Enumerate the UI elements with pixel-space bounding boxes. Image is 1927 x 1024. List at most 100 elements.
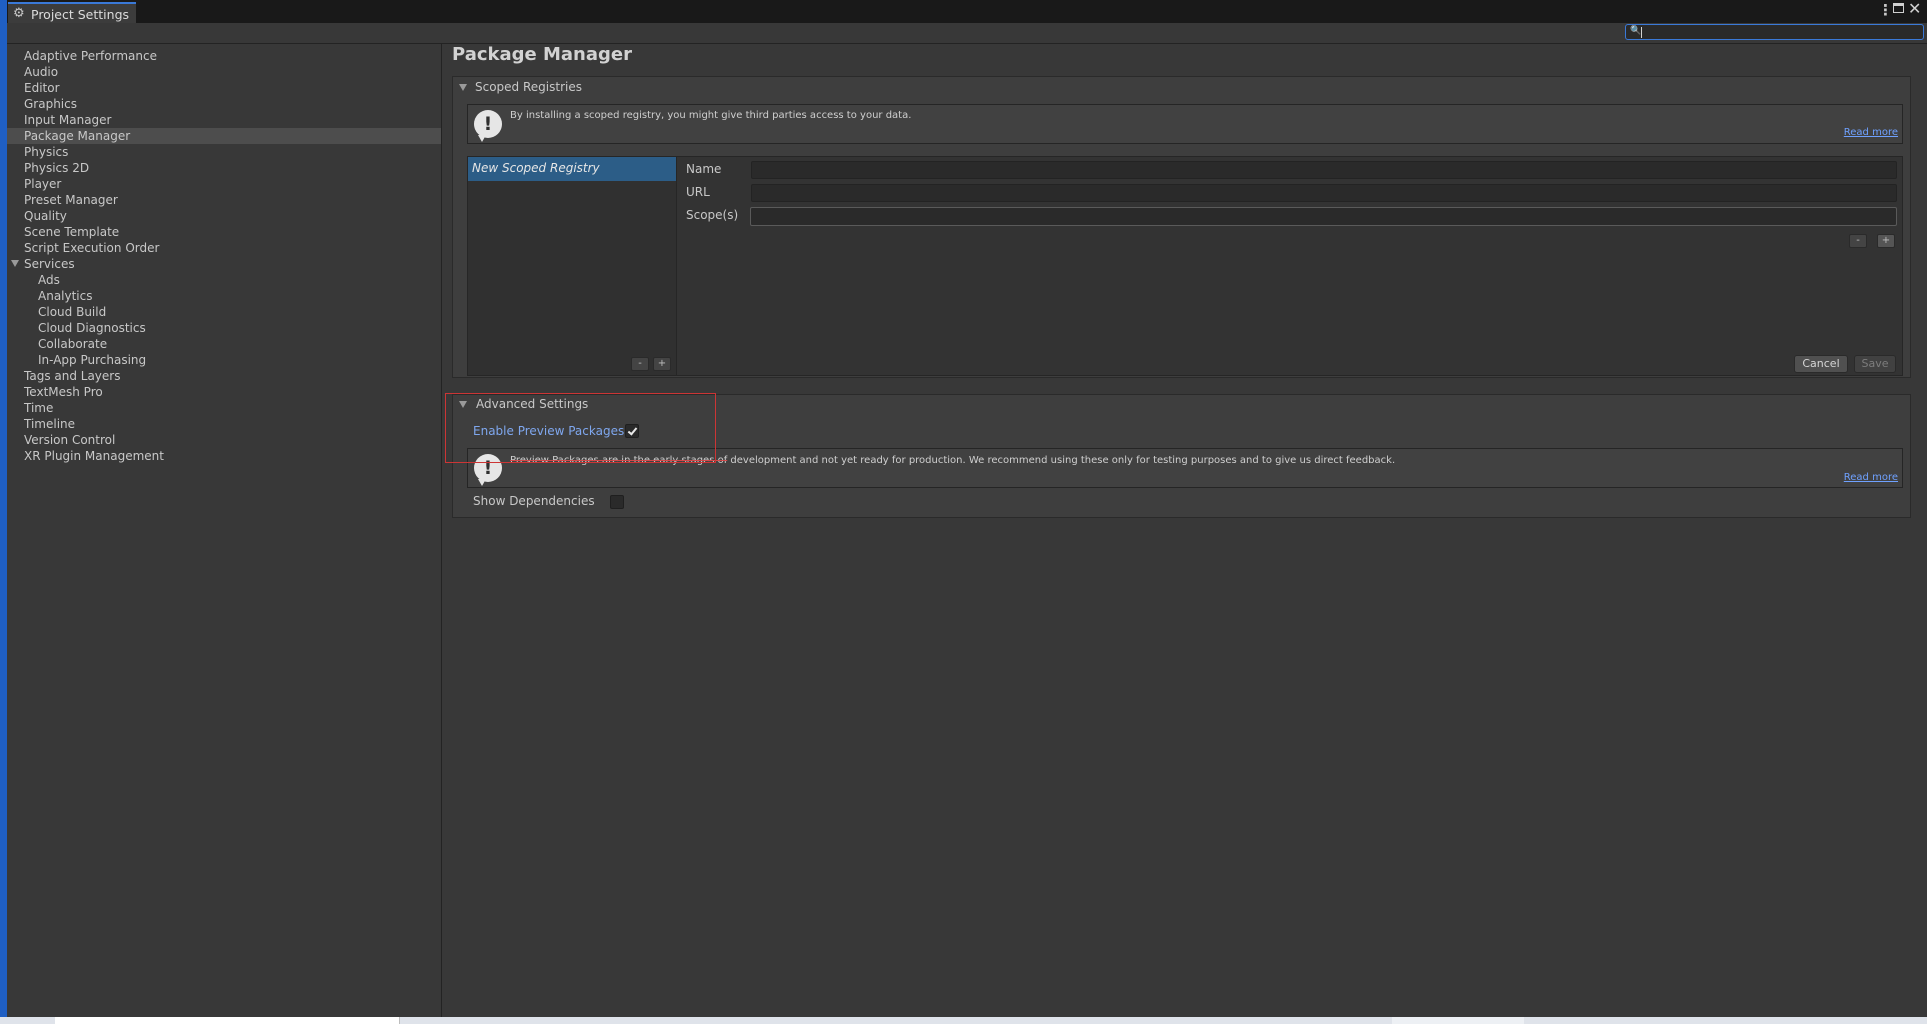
sidebar-item-label: Tags and Layers xyxy=(24,369,121,383)
project-settings-window: ⚙ Project Settings ⋮ ✕ 🔍 Adaptive Perfor… xyxy=(0,0,1927,1024)
sidebar-item-label: Preset Manager xyxy=(24,193,118,207)
sidebar-item-analytics[interactable]: Analytics xyxy=(7,288,441,304)
registry-list-item[interactable]: New Scoped Registry xyxy=(468,157,676,181)
registry-list-item-label: New Scoped Registry xyxy=(472,161,600,175)
show-dependencies-checkbox[interactable] xyxy=(610,495,624,509)
sidebar-item-label: Script Execution Order xyxy=(24,241,160,255)
sidebar-item-editor[interactable]: Editor xyxy=(7,80,441,96)
scoped-registry-read-more-link[interactable]: Read more xyxy=(1844,127,1898,138)
sidebar-item-label: Audio xyxy=(24,65,59,79)
preview-packages-read-more-link[interactable]: Read more xyxy=(1844,472,1898,483)
search-icon: 🔍 xyxy=(1630,26,1642,36)
registry-list: New Scoped Registry - + xyxy=(467,156,677,376)
remove-scope-button[interactable]: - xyxy=(1849,234,1867,248)
search-input[interactable]: 🔍 xyxy=(1625,24,1924,40)
sidebar-item-label: Time xyxy=(24,401,54,415)
tab-title: Project Settings xyxy=(31,7,130,22)
preview-warning-struck-text: Preview Packages are in the early stages… xyxy=(510,455,728,466)
sidebar-item-label: Player xyxy=(24,177,62,191)
sidebar-item-preset-manager[interactable]: Preset Manager xyxy=(7,192,441,208)
scoped-registries-fold-icon[interactable] xyxy=(459,84,467,91)
sidebar-item-label: Quality xyxy=(24,209,67,223)
add-scope-button[interactable]: + xyxy=(1877,234,1895,248)
url-field-label: URL xyxy=(686,185,710,199)
gear-icon: ⚙ xyxy=(13,6,25,21)
sidebar-item-physics-2d[interactable]: Physics 2D xyxy=(7,160,441,176)
sidebar-item-collaborate[interactable]: Collaborate xyxy=(7,336,441,352)
save-button[interactable]: Save xyxy=(1854,355,1896,373)
taskbar-segment xyxy=(1392,1017,1524,1024)
sidebar-item-version-control[interactable]: Version Control xyxy=(7,432,441,448)
preview-packages-warning: ! Preview Packages are in the early stag… xyxy=(467,448,1903,488)
sidebar-item-label: Input Manager xyxy=(24,113,112,127)
sidebar-item-time[interactable]: Time xyxy=(7,400,441,416)
advanced-settings-header[interactable]: Advanced Settings xyxy=(476,397,588,411)
sidebar-item-physics[interactable]: Physics xyxy=(7,144,441,160)
sidebar-item-label: Adaptive Performance xyxy=(24,49,157,63)
show-dependencies-label[interactable]: Show Dependencies xyxy=(473,494,595,508)
settings-sidebar: Adaptive Performance Audio Editor Graphics I… xyxy=(7,44,442,1017)
close-icon[interactable]: ✕ xyxy=(1908,0,1921,18)
sidebar-item-audio[interactable]: Audio xyxy=(7,64,441,80)
sidebar-item-label: Collaborate xyxy=(38,337,108,351)
sidebar-item-ads[interactable]: Ads xyxy=(7,272,441,288)
cancel-button[interactable]: Cancel xyxy=(1794,355,1848,373)
warning-icon: ! xyxy=(474,454,502,486)
sidebar-item-label: Ads xyxy=(38,273,60,287)
sidebar-item-xr-plugin-management[interactable]: XR Plugin Management xyxy=(7,448,441,464)
sidebar-item-adaptive-performance[interactable]: Adaptive Performance xyxy=(7,48,441,64)
expand-arrow-icon[interactable] xyxy=(11,260,19,267)
sidebar-item-in-app-purchasing[interactable]: In-App Purchasing xyxy=(7,352,441,368)
page-title: Package Manager xyxy=(452,44,632,65)
sidebar-item-player[interactable]: Player xyxy=(7,176,441,192)
preview-packages-warning-text: Preview Packages are in the early stages… xyxy=(510,455,1395,466)
sidebar-item-label: Scene Template xyxy=(24,225,120,239)
sidebar-item-label: Version Control xyxy=(24,433,116,447)
sidebar-item-label: Analytics xyxy=(38,289,93,303)
kebab-menu-icon[interactable]: ⋮ xyxy=(1878,1,1893,19)
sidebar-item-label: Graphics xyxy=(24,97,77,111)
title-bar xyxy=(7,0,1927,23)
sidebar-item-label: Physics 2D xyxy=(24,161,90,175)
url-field[interactable] xyxy=(751,184,1897,202)
sidebar-item-label: Package Manager xyxy=(24,129,131,143)
name-field[interactable] xyxy=(751,161,1897,179)
sidebar-item-cloud-diagnostics[interactable]: Cloud Diagnostics xyxy=(7,320,441,336)
sidebar-item-timeline[interactable]: Timeline xyxy=(7,416,441,432)
sidebar-item-script-execution-order[interactable]: Script Execution Order xyxy=(7,240,441,256)
maximize-icon[interactable] xyxy=(1893,3,1904,13)
remove-registry-button[interactable]: - xyxy=(631,357,649,371)
warning-icon: ! xyxy=(474,110,502,142)
sidebar-item-label: Physics xyxy=(24,145,69,159)
advanced-settings-fold-icon[interactable] xyxy=(459,401,467,408)
sidebar-item-textmesh-pro[interactable]: TextMesh Pro xyxy=(7,384,441,400)
tab-project-settings[interactable]: ⚙ Project Settings xyxy=(8,2,136,23)
sidebar-item-label: Services xyxy=(24,257,75,271)
scopes-field-label: Scope(s) xyxy=(686,208,739,222)
add-registry-button[interactable]: + xyxy=(653,357,671,371)
registry-detail: Name URL Scope(s) - + Cancel Save xyxy=(677,156,1903,376)
preview-warning-rest-text: development and not yet ready for produc… xyxy=(727,455,1396,466)
sidebar-item-services[interactable]: Services xyxy=(7,256,441,272)
sidebar-item-tags-and-layers[interactable]: Tags and Layers xyxy=(7,368,441,384)
sidebar-item-input-manager[interactable]: Input Manager xyxy=(7,112,441,128)
left-edge-strip xyxy=(0,0,7,1024)
enable-preview-packages-label[interactable]: Enable Preview Packages xyxy=(473,424,624,438)
scoped-registry-warning-text: By installing a scoped registry, you mig… xyxy=(510,110,912,121)
sidebar-item-label: Cloud Diagnostics xyxy=(38,321,146,335)
name-field-label: Name xyxy=(686,162,722,176)
sidebar-item-package-manager[interactable]: Package Manager xyxy=(7,128,441,144)
scoped-registries-header[interactable]: Scoped Registries xyxy=(475,80,582,94)
sidebar-item-graphics[interactable]: Graphics xyxy=(7,96,441,112)
sidebar-item-label: In-App Purchasing xyxy=(38,353,147,367)
sidebar-item-scene-template[interactable]: Scene Template xyxy=(7,224,441,240)
scoped-registry-warning: ! By installing a scoped registry, you m… xyxy=(467,104,1903,144)
sidebar-item-label: Cloud Build xyxy=(38,305,107,319)
sidebar-item-quality[interactable]: Quality xyxy=(7,208,441,224)
sidebar-item-label: XR Plugin Management xyxy=(24,449,164,463)
enable-preview-packages-checkbox[interactable] xyxy=(625,424,639,438)
taskbar-search-field[interactable] xyxy=(55,1017,400,1024)
search-caret xyxy=(1641,27,1642,38)
scopes-field[interactable] xyxy=(750,207,1897,226)
sidebar-item-cloud-build[interactable]: Cloud Build xyxy=(7,304,441,320)
